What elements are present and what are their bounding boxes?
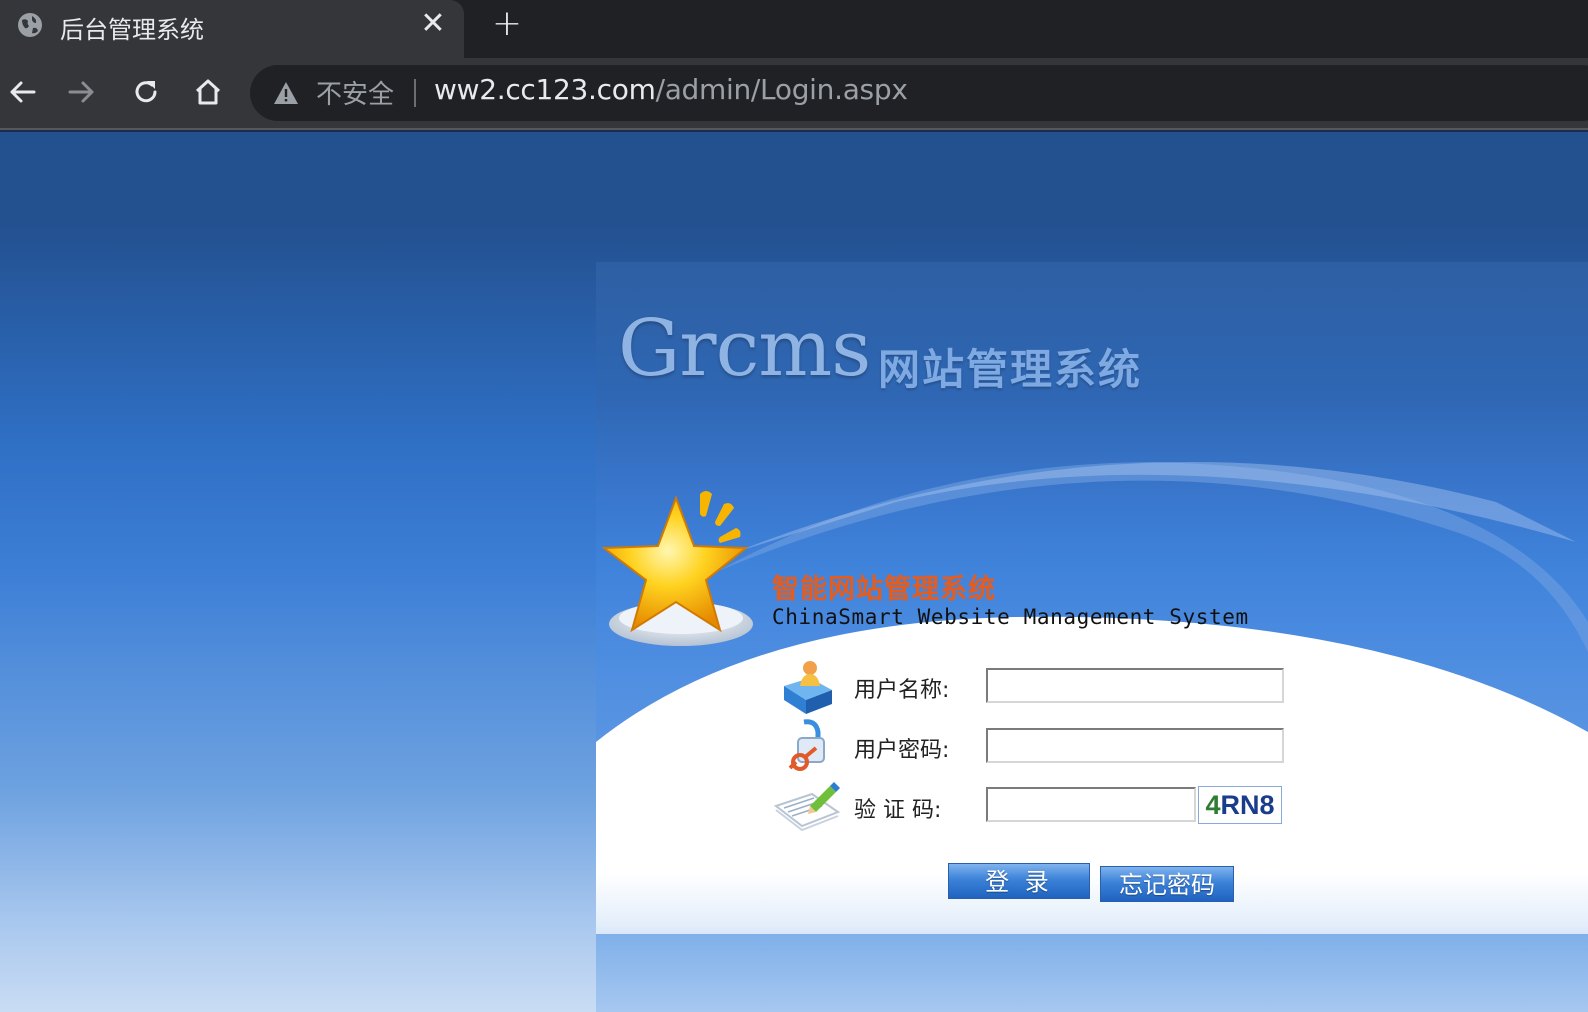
security-label[interactable]: 不安全 bbox=[316, 74, 394, 111]
forgot-password-button[interactable]: 忘记密码 bbox=[1100, 866, 1234, 902]
reload-icon[interactable] bbox=[126, 72, 166, 112]
captcha-input[interactable] bbox=[986, 787, 1196, 822]
separator bbox=[414, 79, 416, 107]
globe-icon bbox=[18, 13, 42, 37]
browser-toolbar: 不安全 ww2.cc123.com/admin/Login.aspx bbox=[0, 58, 1588, 130]
system-title-en: ChinaSmart Website Management System bbox=[772, 605, 1249, 629]
lock-icon bbox=[788, 719, 825, 771]
url-host: ww2.cc123.com bbox=[434, 73, 656, 106]
system-title-cn: 智能网站管理系统 bbox=[772, 574, 996, 605]
password-label: 用户密码: bbox=[854, 738, 950, 763]
tab-bar: 后台管理系统 ✕ + bbox=[0, 0, 1588, 58]
url-text[interactable]: ww2.cc123.com/admin/Login.aspx bbox=[434, 73, 908, 106]
home-icon[interactable] bbox=[188, 72, 228, 112]
username-label: 用户名称: bbox=[854, 678, 950, 703]
panel-footer-band bbox=[596, 934, 1588, 1012]
login-button[interactable]: 登 录 bbox=[948, 863, 1090, 899]
forward-arrow-icon[interactable] bbox=[62, 72, 102, 112]
back-arrow-icon[interactable] bbox=[2, 72, 42, 112]
username-input[interactable] bbox=[986, 668, 1284, 703]
pencil-icon bbox=[773, 782, 841, 832]
warning-icon[interactable] bbox=[272, 79, 300, 107]
user-icon bbox=[784, 661, 832, 714]
star-icon bbox=[601, 491, 753, 646]
captcha-label: 验 证 码: bbox=[854, 798, 942, 823]
brand-logo-cn: 网站管理系统 bbox=[878, 345, 1143, 394]
close-icon[interactable]: ✕ bbox=[418, 8, 448, 40]
browser-tab[interactable]: 后台管理系统 ✕ bbox=[0, 0, 464, 58]
url-path: /admin/Login.aspx bbox=[655, 73, 908, 106]
password-input[interactable] bbox=[986, 728, 1284, 763]
captcha-image[interactable]: 4RN8 bbox=[1198, 786, 1282, 824]
plus-icon[interactable]: + bbox=[490, 6, 524, 42]
address-bar[interactable]: 不安全 ww2.cc123.com/admin/Login.aspx bbox=[250, 65, 1588, 121]
login-panel: Grcms 网站管理系统 智能网站管理系统 ChinaSmart Website… bbox=[596, 262, 1588, 1012]
captcha-char: 4 bbox=[1205, 790, 1221, 820]
captcha-chars: RN8 bbox=[1220, 790, 1275, 820]
page-background: Grcms 网站管理系统 智能网站管理系统 ChinaSmart Website… bbox=[0, 132, 1588, 1012]
tab-title: 后台管理系统 bbox=[60, 16, 204, 44]
brand-logo-latin: Grcms bbox=[618, 304, 871, 394]
